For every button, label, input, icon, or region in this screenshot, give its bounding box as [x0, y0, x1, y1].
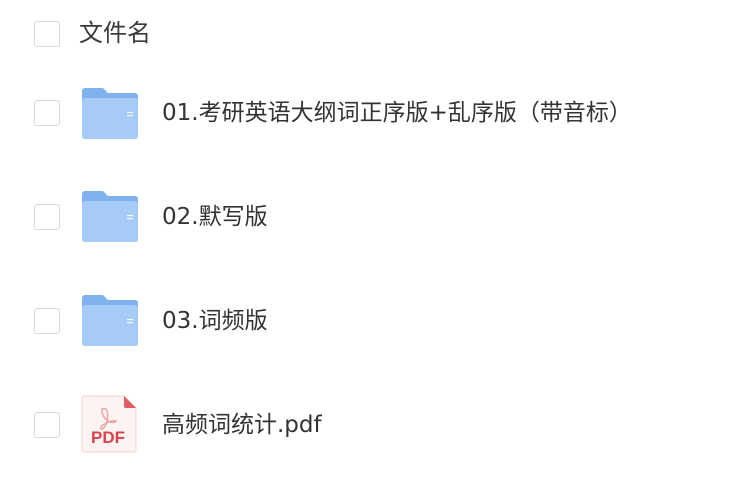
file-name[interactable]: 02.默写版 [162, 202, 268, 232]
file-row[interactable]: PDF 高频词统计.pdf [0, 378, 730, 482]
folder-icon [82, 88, 138, 139]
pdf-icon: PDF [81, 395, 137, 453]
name-column-header[interactable]: 文件名 [79, 17, 151, 49]
file-list-header: 文件名 [0, 0, 730, 66]
select-all-checkbox[interactable] [34, 21, 60, 47]
folder-icon [82, 295, 138, 346]
row-checkbox[interactable] [34, 412, 60, 438]
file-name[interactable]: 01.考研英语大纲词正序版+乱序版（带音标） [162, 98, 632, 128]
pdf-icon-label: PDF [91, 428, 125, 447]
row-checkbox[interactable] [34, 204, 60, 230]
row-checkbox[interactable] [34, 308, 60, 334]
file-name[interactable]: 高频词统计.pdf [162, 410, 322, 440]
file-row[interactable]: 02.默写版 [0, 170, 730, 274]
row-checkbox[interactable] [34, 100, 60, 126]
file-row[interactable]: 03.词频版 [0, 274, 730, 378]
folder-icon [82, 191, 138, 242]
file-row[interactable]: 01.考研英语大纲词正序版+乱序版（带音标） [0, 66, 730, 170]
file-name[interactable]: 03.词频版 [162, 306, 268, 336]
